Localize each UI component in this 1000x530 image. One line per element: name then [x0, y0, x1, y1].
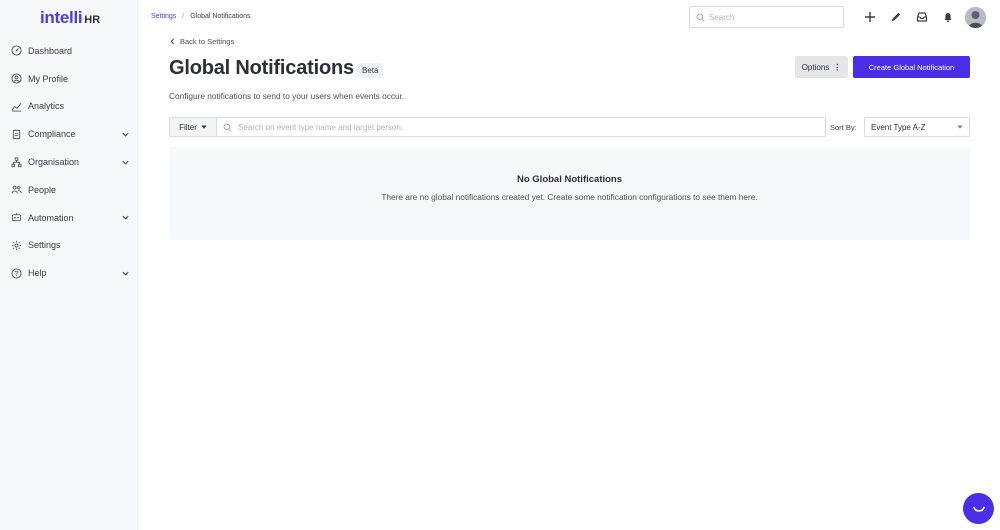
kebab-icon: ⋮	[833, 62, 842, 72]
chevron-left-icon	[170, 38, 175, 45]
bell-icon[interactable]	[938, 7, 958, 27]
breadcrumb-settings-link[interactable]: Settings	[151, 13, 176, 20]
dashboard-icon	[10, 45, 22, 57]
organisation-icon	[10, 156, 22, 168]
sidebar-item-label: Compliance	[28, 129, 76, 140]
chat-launcher-button[interactable]	[963, 493, 994, 524]
sidebar-item-label: Help	[28, 268, 47, 279]
options-label: Options	[801, 62, 830, 72]
create-global-notification-button[interactable]: Create Global Notification	[853, 56, 970, 78]
compliance-icon	[10, 128, 22, 140]
plus-icon[interactable]	[860, 7, 880, 27]
topbar-actions	[860, 7, 964, 27]
empty-state-description: There are no global notifications create…	[381, 192, 758, 202]
sidebar-item-automation[interactable]: Automation	[0, 204, 138, 232]
sidebar-item-label: My Profile	[28, 73, 69, 84]
automation-icon	[10, 212, 22, 224]
back-to-settings-link[interactable]: Back to Settings	[169, 37, 234, 46]
notification-search[interactable]	[216, 117, 826, 137]
pencil-icon[interactable]	[886, 7, 906, 27]
sidebar-item-people[interactable]: People	[0, 176, 138, 204]
intellihr-logo[interactable]: intelli HR	[40, 8, 100, 28]
user-avatar-icon	[965, 7, 986, 28]
search-icon	[696, 13, 705, 21]
notification-search-input[interactable]	[238, 122, 818, 132]
sidebar-item-organisation[interactable]: Organisation	[0, 148, 138, 176]
chevron-down-icon[interactable]	[121, 213, 130, 222]
filter-button[interactable]: Filter	[169, 117, 216, 137]
breadcrumb-separator: /	[182, 13, 185, 20]
breadcrumb: Settings / Global Notifications	[151, 13, 251, 20]
logo-text: intelli	[40, 8, 83, 27]
sidebar-item-label: Dashboard	[28, 45, 73, 56]
page-subtitle: Configure notifications to send to your …	[169, 91, 405, 101]
options-button[interactable]: Options ⋮	[795, 56, 848, 78]
chevron-down-icon[interactable]	[121, 130, 130, 139]
smile-icon	[972, 506, 985, 512]
people-icon	[10, 184, 22, 196]
sidebar-nav: Dashboard My Profile Analytics Complianc…	[0, 37, 138, 287]
global-search[interactable]	[689, 6, 844, 28]
sidebar-item-dashboard[interactable]: Dashboard	[0, 37, 138, 65]
help-icon	[10, 267, 22, 279]
empty-state-panel: No Global Notifications There are no glo…	[169, 147, 970, 240]
sidebar-item-analytics[interactable]: Analytics	[0, 93, 138, 121]
logo-suffix: HR	[84, 14, 101, 26]
global-search-input[interactable]	[709, 12, 829, 22]
sidebar-item-label: People	[28, 184, 57, 195]
caret-down-icon	[957, 125, 963, 129]
search-icon	[223, 123, 232, 131]
chevron-down-icon[interactable]	[121, 158, 130, 167]
sidebar-item-label: Settings	[28, 240, 61, 251]
beta-badge: Beta	[357, 63, 384, 78]
sort-by-label: Sort By:	[830, 123, 857, 132]
sidebar-item-label: Automation	[28, 212, 74, 223]
chevron-down-icon[interactable]	[121, 269, 130, 278]
empty-state-title: No Global Notifications	[516, 174, 623, 185]
sidebar-item-label: Organisation	[28, 157, 80, 168]
sidebar: intelli HR Dashboard My Profile Analytic…	[0, 0, 138, 530]
avatar[interactable]	[965, 7, 986, 28]
filter-label: Filter	[179, 122, 197, 132]
back-link-label: Back to Settings	[180, 37, 235, 46]
sidebar-item-settings[interactable]: Settings	[0, 232, 138, 260]
breadcrumb-current: Global Notifications	[190, 13, 251, 20]
sort-by-value: Event Type A-Z	[871, 122, 926, 132]
page-title: Global Notifications	[169, 57, 354, 79]
sort-by-select[interactable]: Event Type A-Z	[864, 117, 970, 137]
analytics-icon	[10, 100, 22, 112]
gear-icon	[10, 239, 22, 251]
sidebar-item-label: Analytics	[28, 101, 65, 112]
caret-down-icon	[201, 125, 207, 129]
profile-icon	[10, 73, 22, 85]
inbox-icon[interactable]	[912, 7, 932, 27]
sidebar-item-compliance[interactable]: Compliance	[0, 120, 138, 148]
sidebar-item-my-profile[interactable]: My Profile	[0, 65, 138, 93]
sidebar-item-help[interactable]: Help	[0, 259, 138, 287]
